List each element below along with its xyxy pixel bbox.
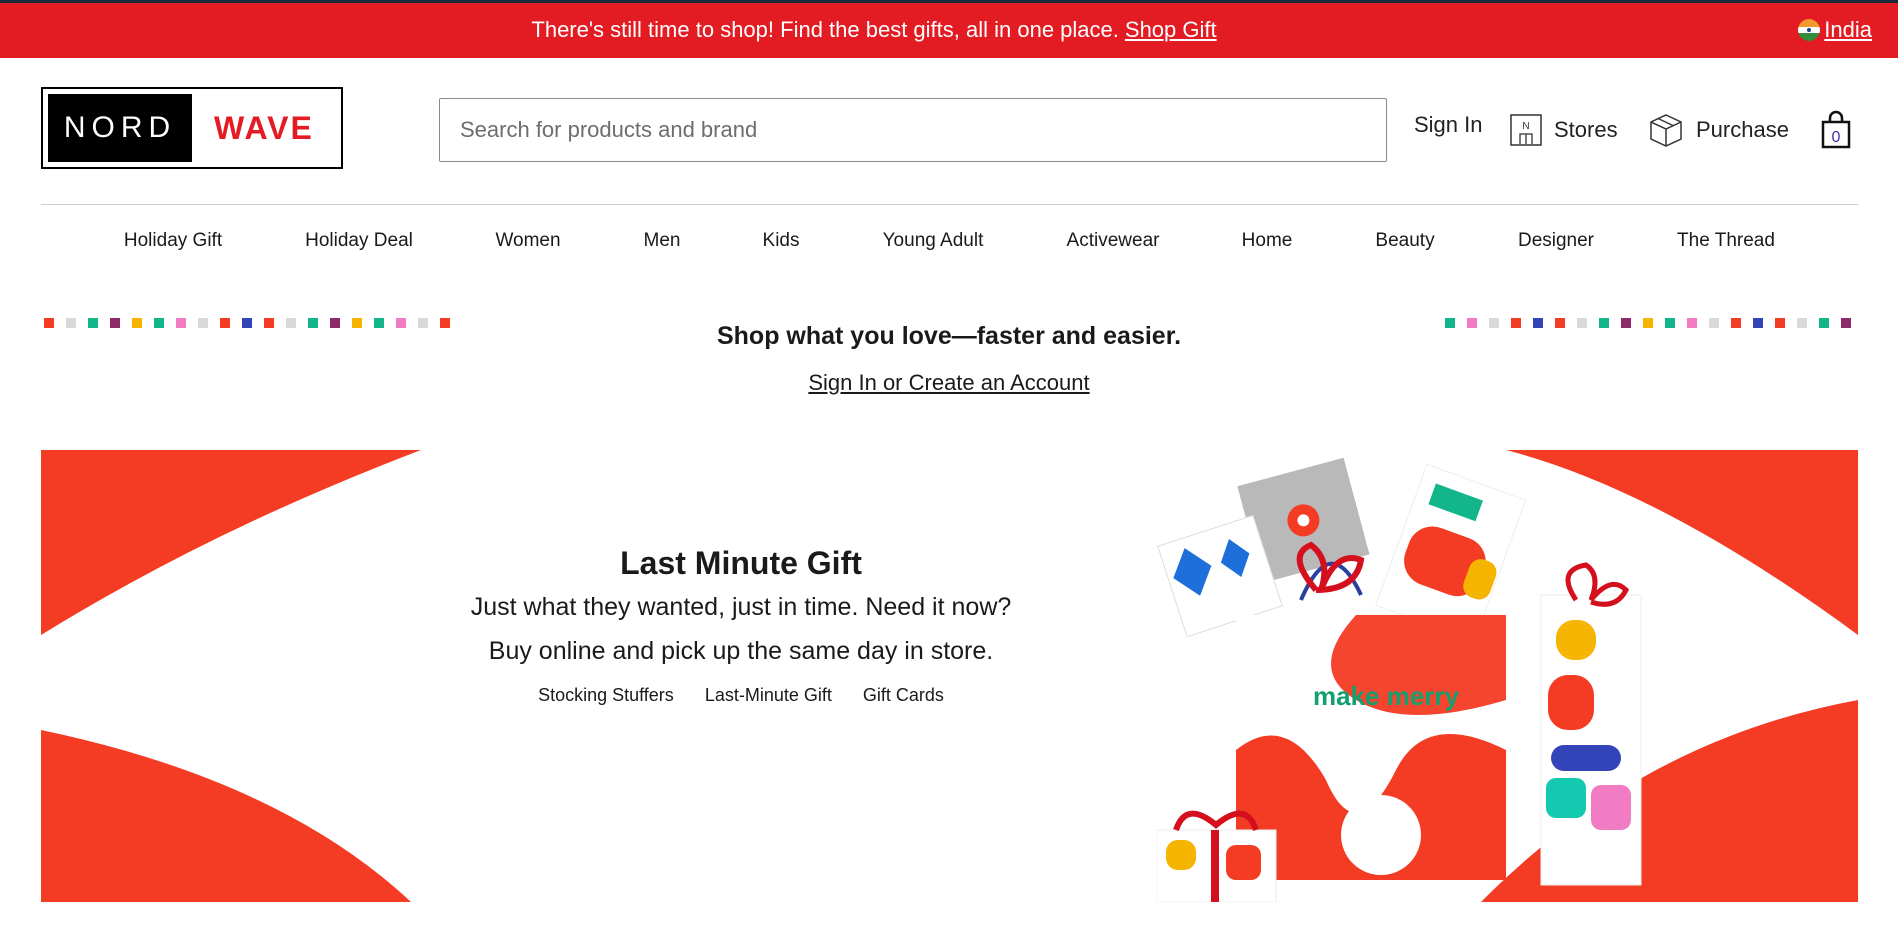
signin-headline: Shop what you love—faster and easier. [716,322,1182,350]
hero-link-gift-cards[interactable]: Gift Cards [863,685,944,705]
hero-link-last-minute-gift[interactable]: Last-Minute Gift [705,685,832,705]
shop-gift-link[interactable]: Shop Gift [1125,17,1217,42]
nav-item-the-thread[interactable]: The Thread [1677,230,1775,252]
sign-in-label: Sign In [1414,112,1483,137]
nav-item-men[interactable]: Men [644,230,681,252]
box-icon [1650,114,1682,147]
signin-create-account-link[interactable]: Sign In or Create an Account [808,370,1089,395]
nav-item-holiday-gift[interactable]: Holiday Gift [124,230,222,252]
promo-bar: There's still time to shop! Find the bes… [0,0,1898,58]
bag-count: 0 [1832,129,1841,146]
search-input[interactable] [439,98,1387,162]
brand-logo[interactable]: NORD WAVE [41,87,343,169]
sign-in-link[interactable]: Sign In [1414,112,1483,138]
logo-nord: NORD [48,94,192,162]
hero-title: Last Minute Gift [620,545,862,581]
stores-link[interactable]: N Stores [1510,114,1618,146]
svg-text:N: N [1522,121,1529,132]
shopping-bag-icon: 0 [1821,110,1851,149]
nav-item-beauty[interactable]: Beauty [1375,230,1434,252]
nav-item-designer[interactable]: Designer [1518,230,1594,252]
logo-wave: WAVE [214,109,314,146]
stores-label: Stores [1554,117,1618,142]
nav-item-women[interactable]: Women [495,230,560,252]
region-selector[interactable]: India [1798,17,1872,43]
header-divider [41,204,1858,205]
promo-message-row: There's still time to shop! Find the bes… [0,17,1898,43]
nav-item-home[interactable]: Home [1242,230,1293,252]
hero-link-stocking-stuffers[interactable]: Stocking Stuffers [538,685,674,705]
hero-subtitle-line-2: Buy online and pick up the same day in s… [488,637,994,665]
store-icon: N [1510,114,1542,146]
gift-illustration: make merry [1156,457,1642,902]
hero-subtitle-line-1: Just what they wanted, just in time. Nee… [470,593,1012,621]
nav-item-young-adult[interactable]: Young Adult [883,230,984,252]
promo-message: There's still time to shop! Find the bes… [531,17,1119,42]
india-flag-icon [1798,19,1821,41]
nav-item-holiday-deal[interactable]: Holiday Deal [305,230,413,252]
main-nav: Holiday Gift Holiday Deal Women Men Kids… [41,230,1858,260]
purchase-label: Purchase [1696,117,1789,142]
shopping-bag-button[interactable]: 0 [1820,110,1864,150]
nav-item-kids[interactable]: Kids [763,230,800,252]
hero-banner[interactable]: make merry Last Minute Gift Just what th… [41,450,1858,902]
hero-links: Stocking Stuffers Last-Minute Gift Gift … [41,685,1441,706]
region-label[interactable]: India [1824,17,1872,43]
signin-link-row: Sign In or Create an Account [0,370,1898,396]
purchase-link[interactable]: Purchase [1648,112,1789,148]
nav-item-activewear[interactable]: Activewear [1067,230,1160,252]
